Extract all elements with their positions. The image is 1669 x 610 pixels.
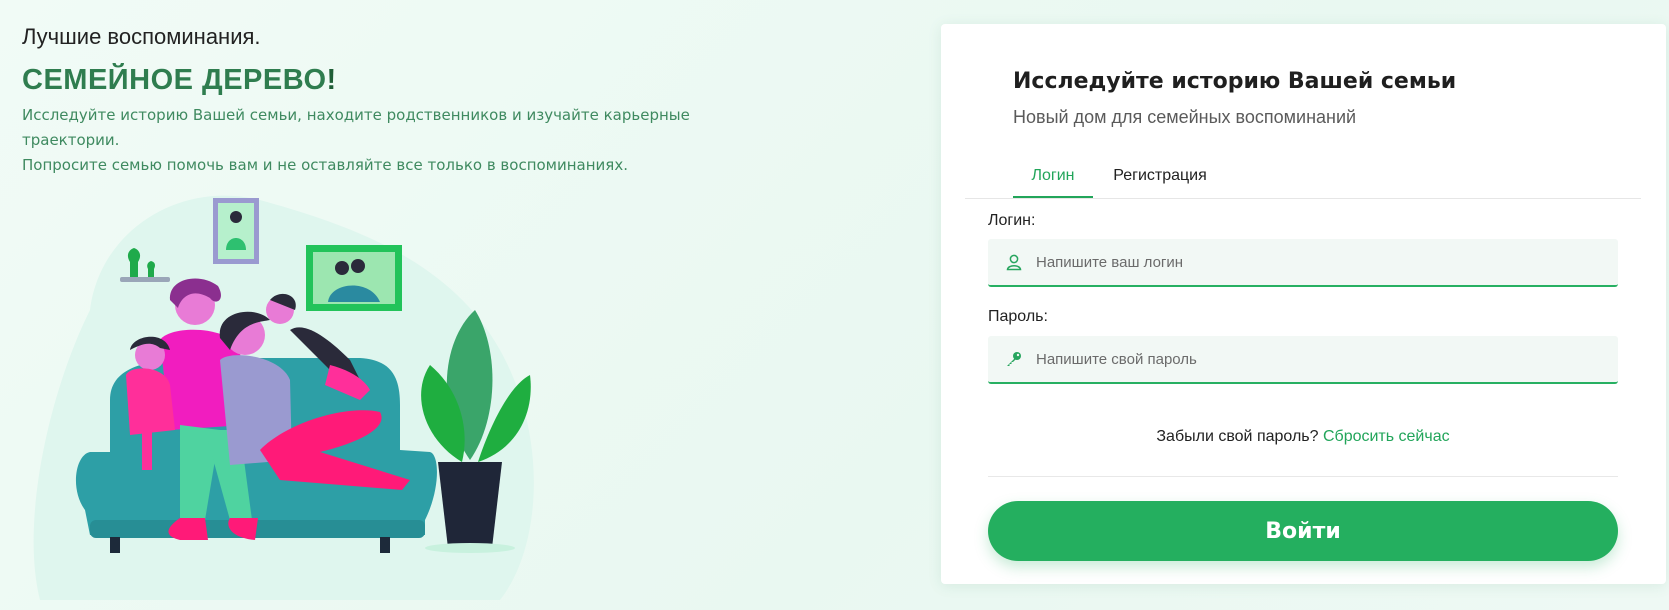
divider [988, 476, 1618, 477]
key-icon [1004, 349, 1024, 369]
password-label: Пароль: [988, 308, 1048, 325]
card-title: Исследуйте историю Вашей семьи [1013, 69, 1457, 94]
family-illustration [33, 195, 534, 600]
brand-title: СЕМЕЙНОЕ ДЕРЕВО! [22, 64, 902, 97]
brand-name: СЕМЕЙНОЕ ДЕРЕВО [22, 64, 327, 96]
brand-mark: ! [326, 64, 337, 96]
hero-description-line2: Попросите семью помочь вам и не оставляй… [22, 156, 628, 174]
login-input[interactable] [1034, 241, 1618, 283]
plant-pot [438, 462, 502, 548]
user-icon [1004, 252, 1024, 272]
shelf [120, 277, 170, 282]
login-button[interactable]: Войти [988, 501, 1618, 561]
card-subtitle: Новый дом для семейных воспоминаний [1013, 107, 1357, 127]
auth-tabs: Логин Регистрация [965, 156, 1641, 199]
hero-description-line1: Исследуйте историю Вашей семьи, находите… [22, 106, 690, 149]
login-label: Логин: [988, 212, 1036, 229]
password-field [988, 336, 1618, 384]
vase-small-icon [147, 261, 155, 277]
tab-login[interactable]: Логин [1013, 156, 1093, 198]
forgot-password-row: Забыли свой пароль? Сбросить сейчас [988, 428, 1618, 446]
password-input[interactable] [1034, 338, 1618, 380]
hero-description: Исследуйте историю Вашей семьи, находите… [22, 103, 782, 178]
login-card: Исследуйте историю Вашей семьи Новый дом… [941, 24, 1666, 584]
hero-section: Лучшие воспоминания. СЕМЕЙНОЕ ДЕРЕВО! Ис… [22, 20, 902, 178]
login-field [988, 239, 1618, 287]
hero-tagline: Лучшие воспоминания. [22, 24, 261, 49]
tab-register[interactable]: Регистрация [1105, 156, 1215, 196]
forgot-password-text: Забыли свой пароль? [1156, 428, 1319, 445]
reset-password-link[interactable]: Сбросить сейчас [1323, 428, 1450, 445]
